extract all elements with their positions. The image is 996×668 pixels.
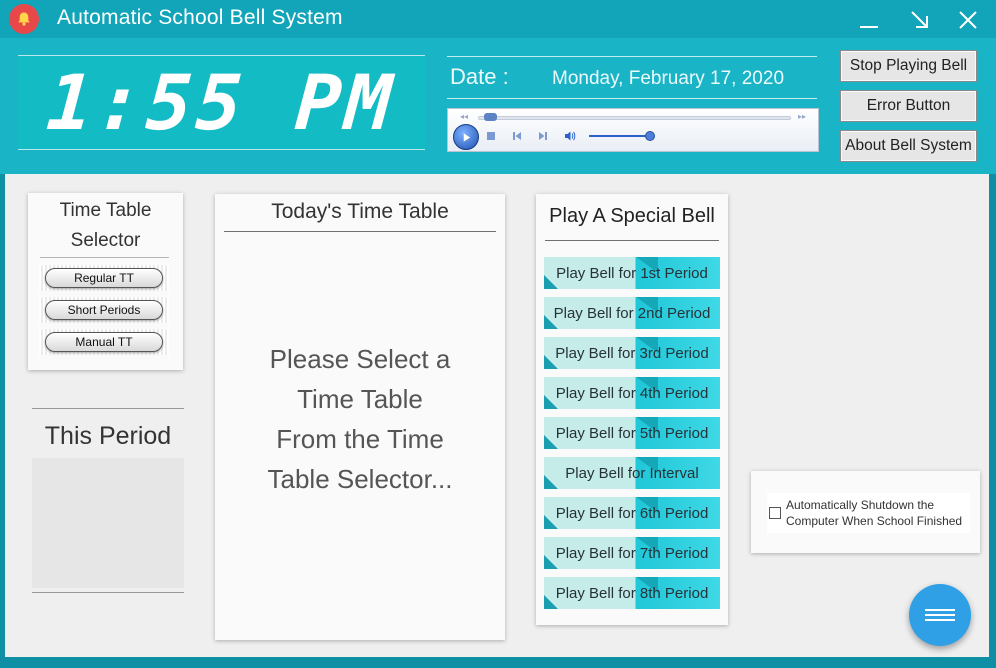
play-bell-3rd-period-button[interactable]: Play Bell for 3rd Period [544, 337, 720, 369]
play-button[interactable] [453, 124, 479, 150]
special-bell-card: Play A Special Bell Play Bell for 1st Pe… [536, 194, 728, 625]
maximize-button[interactable] [906, 6, 934, 34]
play-bell-7th-period-button[interactable]: Play Bell for 7th Period [544, 537, 720, 569]
auto-shutdown-label[interactable]: Automatically Shutdown the Computer When… [786, 497, 962, 529]
seek-end-icon: ▸▸ [798, 112, 807, 121]
previous-button[interactable] [510, 129, 524, 143]
error-button[interactable]: Error Button [840, 90, 977, 122]
play-bell-1st-period-button[interactable]: Play Bell for 1st Period [544, 257, 720, 289]
auto-shutdown-card: Automatically Shutdown the Computer When… [751, 471, 980, 553]
this-period-label: This Period [44, 422, 172, 450]
tt-option-row: Short Periods [39, 297, 169, 323]
play-bell-interval-button[interactable]: Play Bell for Interval [544, 457, 720, 489]
date-value: Monday, February 17, 2020 [552, 68, 785, 89]
play-bell-8th-period-button[interactable]: Play Bell for 8th Period [544, 577, 720, 609]
media-player: ◂◂ ▸▸ [447, 108, 819, 152]
minimize-icon [860, 26, 878, 28]
play-icon [463, 132, 470, 142]
play-bell-2nd-period-button[interactable]: Play Bell for 2nd Period [544, 297, 720, 329]
short-periods-button[interactable]: Short Periods [45, 300, 163, 320]
close-icon [959, 11, 977, 29]
seek-handle[interactable] [484, 113, 498, 121]
clock-display: 1:55 PM [44, 58, 399, 147]
play-bell-4th-period-button[interactable]: Play Bell for 4th Period [544, 377, 720, 409]
divider [224, 231, 496, 232]
special-bell-title: Play A Special Bell [549, 205, 715, 227]
stop-button[interactable] [484, 129, 498, 143]
todays-time-table-card: Today's Time Table Please Select a Time … [215, 194, 505, 640]
about-bell-system-button[interactable]: About Bell System [840, 130, 977, 162]
clock-panel: 1:55 PM [18, 55, 425, 150]
todays-tt-title: Today's Time Table [271, 200, 449, 223]
close-button[interactable] [954, 6, 982, 34]
play-bell-5th-period-button[interactable]: Play Bell for 5th Period [544, 417, 720, 449]
tt-option-row: Manual TT [39, 329, 169, 355]
volume-handle[interactable] [644, 131, 655, 141]
auto-shutdown-option: Automatically Shutdown the Computer When… [767, 493, 970, 533]
time-table-selector-card: Time Table Selector Regular TT Short Per… [28, 193, 183, 370]
app-title: Automatic School Bell System [57, 6, 343, 29]
tt-option-row: Regular TT [39, 265, 169, 291]
volume-slider[interactable] [589, 135, 651, 137]
divider [32, 408, 184, 409]
regular-tt-button[interactable]: Regular TT [45, 268, 163, 288]
volume-button[interactable] [563, 129, 577, 143]
header-band: 1:55 PM Date : Monday, February 17, 2020… [0, 38, 996, 174]
stop-icon [487, 132, 495, 140]
seek-start-icon: ◂◂ [460, 112, 469, 121]
bell-icon [9, 4, 39, 34]
tt-selector-title: Time Table Selector [59, 200, 152, 251]
next-icon [539, 132, 547, 140]
this-period-panel: This Period [32, 408, 184, 593]
todays-tt-message: Please Select a Time Table From the Time… [267, 344, 453, 494]
manual-tt-button[interactable]: Manual TT [45, 332, 163, 352]
stop-playing-bell-button[interactable]: Stop Playing Bell [840, 50, 977, 82]
next-button[interactable] [536, 129, 550, 143]
seek-bar[interactable] [478, 116, 791, 120]
divider [545, 240, 719, 241]
title-bar: Automatic School Bell System [0, 0, 996, 38]
volume-icon [565, 131, 576, 141]
play-bell-6th-period-button[interactable]: Play Bell for 6th Period [544, 497, 720, 529]
date-row: Date : Monday, February 17, 2020 [447, 56, 817, 99]
this-period-display [32, 458, 184, 588]
menu-fab-button[interactable] [909, 584, 971, 646]
date-label: Date : [450, 64, 509, 89]
previous-icon [513, 132, 521, 140]
hamburger-menu-icon [925, 609, 955, 621]
divider [32, 592, 184, 593]
auto-shutdown-checkbox[interactable] [769, 507, 781, 519]
maximize-icon [911, 11, 928, 28]
minimize-button[interactable] [855, 6, 883, 34]
main-area: Time Table Selector Regular TT Short Per… [5, 174, 989, 657]
divider [40, 257, 169, 258]
